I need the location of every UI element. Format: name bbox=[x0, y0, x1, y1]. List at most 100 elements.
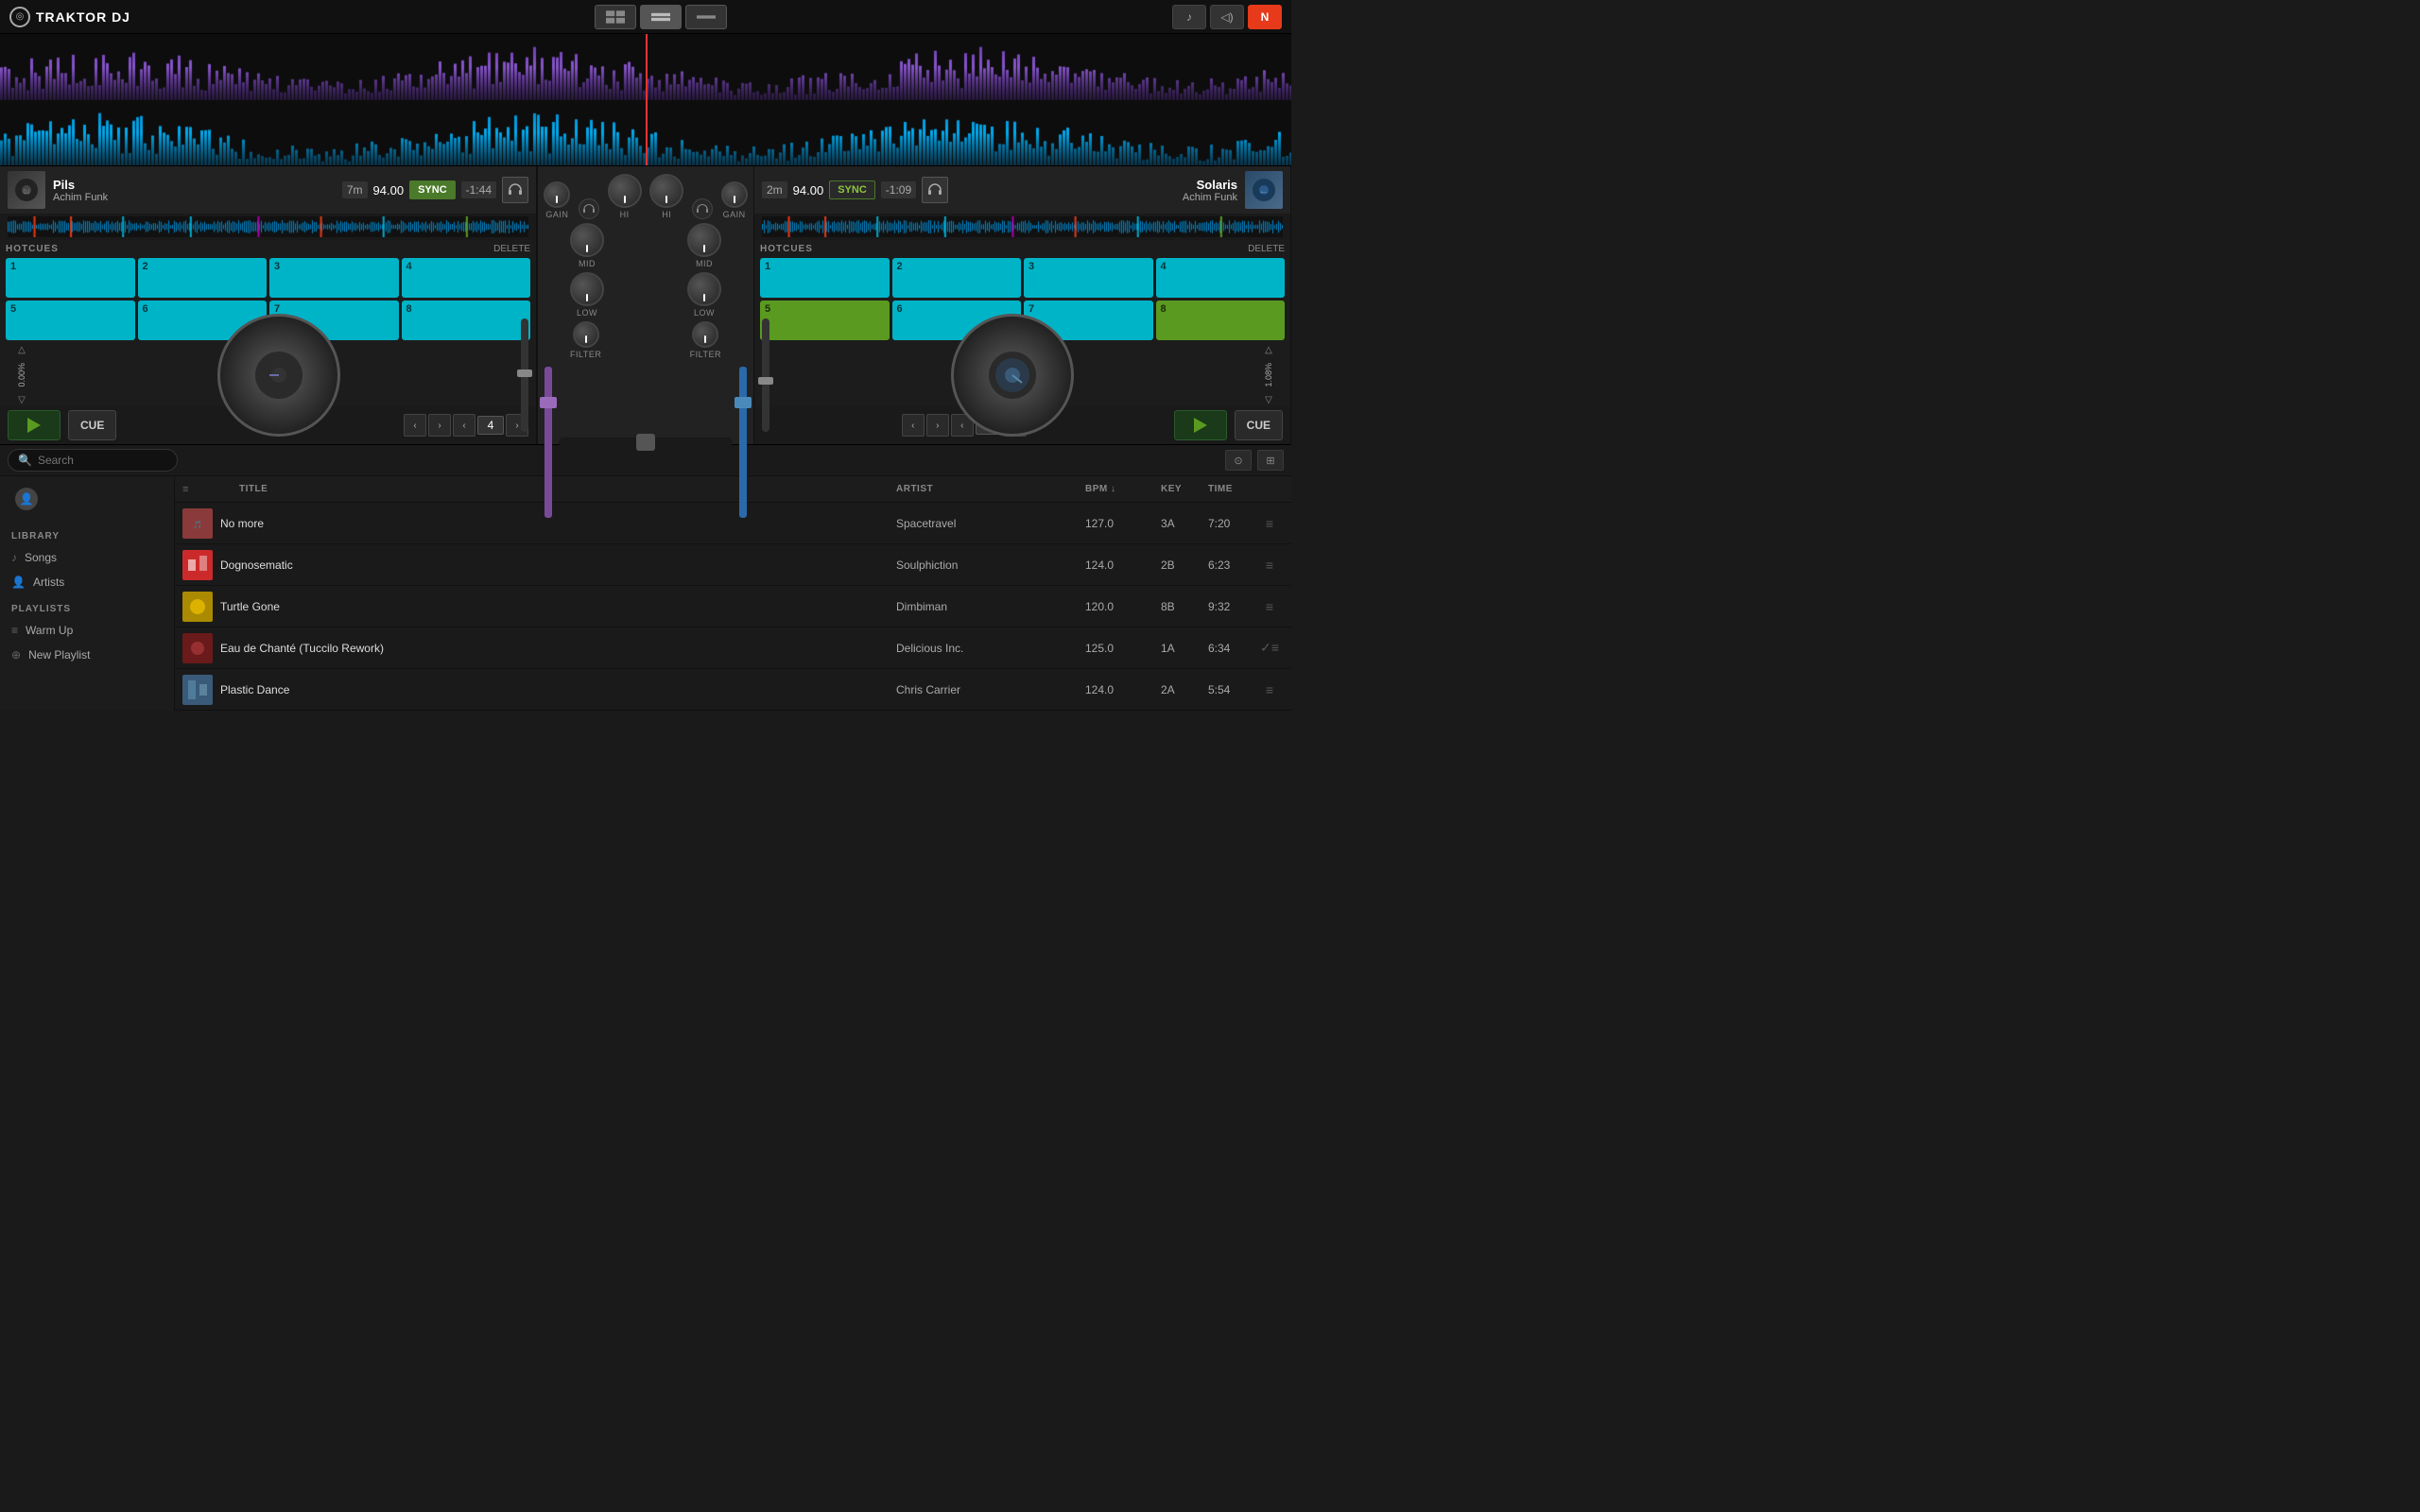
deck-left-delete-btn[interactable]: DELETE bbox=[493, 244, 530, 254]
mixer-mid-left-knob[interactable] bbox=[570, 223, 604, 257]
volume-btn[interactable]: ◁) bbox=[1210, 5, 1244, 29]
mixer-channel-fader-right-thumb[interactable] bbox=[735, 397, 752, 408]
one-deck-view-btn[interactable] bbox=[685, 5, 727, 29]
deck-left-sync-btn[interactable]: SYNC bbox=[409, 180, 456, 199]
music-btn[interactable]: ♪ bbox=[1172, 5, 1206, 29]
deck-right-cue-btn[interactable]: CUE bbox=[1235, 410, 1283, 440]
playhead-bottom bbox=[646, 100, 648, 166]
deck-left-play-btn[interactable] bbox=[8, 410, 60, 440]
mixer-headphone-left[interactable] bbox=[579, 198, 599, 219]
new-playlist-icon: ⊕ bbox=[11, 648, 21, 662]
deck-left-tempo-up[interactable]: △ bbox=[12, 340, 31, 359]
track-row[interactable]: Turtle Gone Dimbiman 120.0 8B 9:32 ≡ bbox=[175, 586, 1291, 627]
sidebar-item-warm-up[interactable]: ≡ Warm Up bbox=[0, 618, 174, 643]
track-row[interactable]: 🎵 No more Spacetravel 127.0 3A 7:20 ≡ bbox=[175, 503, 1291, 544]
mixer-hi-right-knob[interactable] bbox=[649, 174, 683, 208]
search-input[interactable] bbox=[38, 454, 167, 467]
mixer-filter-right-knob[interactable] bbox=[692, 321, 718, 348]
deck-left-pitch-thumb[interactable] bbox=[517, 369, 532, 377]
mixer-channel-fader-left[interactable] bbox=[542, 367, 555, 518]
deck-right-tempo-up[interactable]: △ bbox=[1259, 340, 1278, 359]
deck-right-delete-btn[interactable]: DELETE bbox=[1248, 244, 1285, 254]
deck-right-pitch-track[interactable] bbox=[762, 318, 769, 432]
mixer-filter-left-knob[interactable] bbox=[573, 321, 599, 348]
track-row[interactable]: Plastic Dance Chris Carrier 124.0 2A 5:5… bbox=[175, 669, 1291, 711]
deck-left-loop-back[interactable]: ‹ bbox=[453, 414, 475, 437]
mixer-hi-left-knob[interactable] bbox=[608, 174, 642, 208]
track-3-menu-icon[interactable]: ≡ bbox=[1266, 599, 1273, 614]
deck-right-hotcue-1[interactable]: 1 bbox=[760, 258, 890, 298]
track-5-art bbox=[182, 675, 213, 705]
deck-left-hotcue-1[interactable]: 1 bbox=[6, 258, 135, 298]
waveform-area[interactable] bbox=[0, 34, 1291, 166]
deck-left-hotcues-header: HOTCUES DELETE bbox=[6, 244, 530, 254]
deck-left-loop-next[interactable]: › bbox=[428, 414, 451, 437]
deck-left-turntable[interactable] bbox=[217, 314, 340, 437]
sidebar-songs-label: Songs bbox=[25, 551, 57, 564]
deck-right-pitch-fader[interactable] bbox=[762, 318, 769, 432]
track-1-menu-icon[interactable]: ≡ bbox=[1266, 516, 1273, 531]
deck-right-loop-prev[interactable]: ‹ bbox=[902, 414, 925, 437]
mixer-channel-fader-left-track[interactable] bbox=[544, 367, 552, 518]
mixer-channel-fader-right[interactable] bbox=[736, 367, 750, 518]
crossfader-thumb[interactable] bbox=[636, 434, 655, 451]
deck-left-hotcue-2[interactable]: 2 bbox=[138, 258, 268, 298]
deck-right-pitch-thumb[interactable] bbox=[758, 377, 773, 385]
sidebar-user-area: 👤 bbox=[0, 484, 174, 525]
mixer-mid-right-group: MID bbox=[687, 223, 721, 268]
sidebar-item-songs[interactable]: ♪ Songs bbox=[0, 545, 174, 570]
library-view-btn-1[interactable]: ⊙ bbox=[1225, 450, 1252, 471]
mixer-filter-right-group: FILTER bbox=[690, 321, 721, 359]
col-time-header: TIME bbox=[1208, 484, 1255, 494]
deck-left-hotcue-3[interactable]: 3 bbox=[269, 258, 399, 298]
track-3-actions: ≡ bbox=[1255, 599, 1284, 614]
deck-left-bpm: 94.00 bbox=[373, 183, 405, 198]
track-1-key: 3A bbox=[1161, 517, 1208, 530]
track-4-artist: Delicious Inc. bbox=[896, 642, 1085, 655]
library-view-btn-2[interactable]: ⊞ bbox=[1257, 450, 1284, 471]
deck-left-headphone-btn[interactable] bbox=[502, 177, 528, 203]
mixer-gain-right-knob[interactable] bbox=[721, 181, 748, 208]
track-4-menu-icon[interactable]: ✓≡ bbox=[1260, 640, 1279, 656]
track-row[interactable]: Dognosematic Soulphiction 124.0 2B 6:23 … bbox=[175, 544, 1291, 586]
mixer-channel-fader-right-track[interactable] bbox=[739, 367, 747, 518]
four-deck-view-btn[interactable] bbox=[595, 5, 636, 29]
mixer-gain-left-knob[interactable] bbox=[544, 181, 570, 208]
deck-left-tempo-section: △ 0.00% ▽ bbox=[8, 340, 36, 410]
two-deck-view-btn[interactable] bbox=[640, 5, 682, 29]
mixer-low-left-knob[interactable] bbox=[570, 272, 604, 306]
deck-right-headphone-btn[interactable] bbox=[922, 177, 948, 203]
mixer-headphone-right[interactable] bbox=[692, 198, 713, 219]
col-bpm-header[interactable]: BPM ↓ bbox=[1085, 484, 1161, 494]
mixer-mid-right-knob[interactable] bbox=[687, 223, 721, 257]
deck-right-turntable[interactable] bbox=[951, 314, 1074, 437]
filter-icon[interactable]: ≡ bbox=[182, 484, 201, 495]
deck-right-hotcue-3[interactable]: 3 bbox=[1024, 258, 1153, 298]
mixer-low-right-knob[interactable] bbox=[687, 272, 721, 306]
user-icon[interactable]: 👤 bbox=[15, 488, 38, 510]
crossfader-track[interactable] bbox=[559, 438, 733, 447]
deck-right-hotcue-4[interactable]: 4 bbox=[1156, 258, 1286, 298]
deck-left-mini-waveform[interactable] bbox=[0, 214, 536, 240]
deck-left-loop-prev[interactable]: ‹ bbox=[404, 414, 426, 437]
deck-right-mini-waveform[interactable] bbox=[754, 214, 1290, 240]
settings-btn[interactable]: N bbox=[1248, 5, 1282, 29]
mixer-gain-left-label: GAIN bbox=[545, 210, 568, 219]
deck-right-play-btn[interactable] bbox=[1174, 410, 1227, 440]
track-row[interactable]: Eau de Chanté (Tuccilo Rework) Delicious… bbox=[175, 627, 1291, 669]
col-artist-header: ARTIST bbox=[896, 484, 1085, 494]
deck-left-loop-nav: ‹ › ‹ 4 › bbox=[404, 414, 528, 437]
deck-right-sync-btn[interactable]: SYNC bbox=[829, 180, 875, 199]
track-2-menu-icon[interactable]: ≡ bbox=[1266, 558, 1273, 573]
deck-left-pitch-track[interactable] bbox=[521, 318, 528, 432]
sidebar-item-new-playlist[interactable]: ⊕ New Playlist bbox=[0, 643, 174, 667]
deck-right-loop-next[interactable]: › bbox=[926, 414, 949, 437]
track-5-menu-icon[interactable]: ≡ bbox=[1266, 682, 1273, 697]
deck-left-pitch-fader[interactable] bbox=[521, 318, 528, 432]
sidebar-item-artists[interactable]: 👤 Artists bbox=[0, 570, 174, 594]
deck-left-hotcue-4[interactable]: 4 bbox=[402, 258, 531, 298]
mixer-channel-fader-left-thumb[interactable] bbox=[540, 397, 557, 408]
track-3-key: 8B bbox=[1161, 600, 1208, 613]
deck-right-hotcue-2[interactable]: 2 bbox=[892, 258, 1022, 298]
deck-left-cue-btn[interactable]: CUE bbox=[68, 410, 116, 440]
